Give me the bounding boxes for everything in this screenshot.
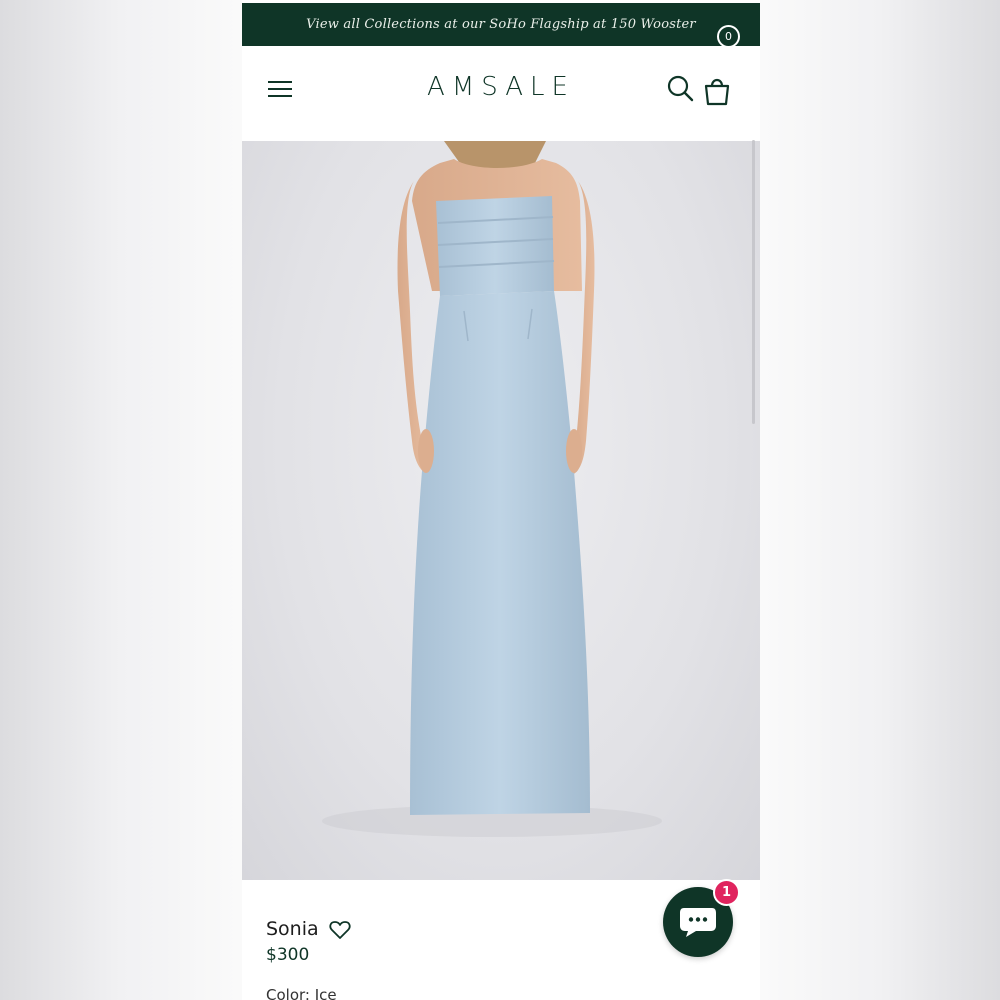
cart-count-badge: 0 bbox=[717, 25, 740, 48]
site-header: AMSALE bbox=[242, 46, 760, 140]
heart-icon[interactable] bbox=[329, 920, 351, 940]
announcement-text[interactable]: View all Collections at our SoHo Flagshi… bbox=[306, 17, 696, 32]
product-name: Sonia bbox=[266, 918, 319, 940]
scrollbar[interactable] bbox=[752, 140, 755, 424]
mobile-viewport: View all Collections at our SoHo Flagshi… bbox=[242, 0, 760, 1000]
model-gown-illustration bbox=[322, 141, 662, 837]
announcement-bar[interactable]: View all Collections at our SoHo Flagshi… bbox=[242, 3, 760, 46]
chat-notification-badge: 1 bbox=[713, 879, 740, 906]
shopping-bag-icon[interactable] bbox=[702, 72, 742, 106]
product-price: $300 bbox=[266, 945, 310, 965]
color-label: Color: Ice bbox=[266, 986, 337, 1000]
search-icon[interactable] bbox=[666, 74, 696, 104]
product-image[interactable] bbox=[242, 141, 760, 880]
chat-bubble-icon bbox=[680, 908, 716, 937]
